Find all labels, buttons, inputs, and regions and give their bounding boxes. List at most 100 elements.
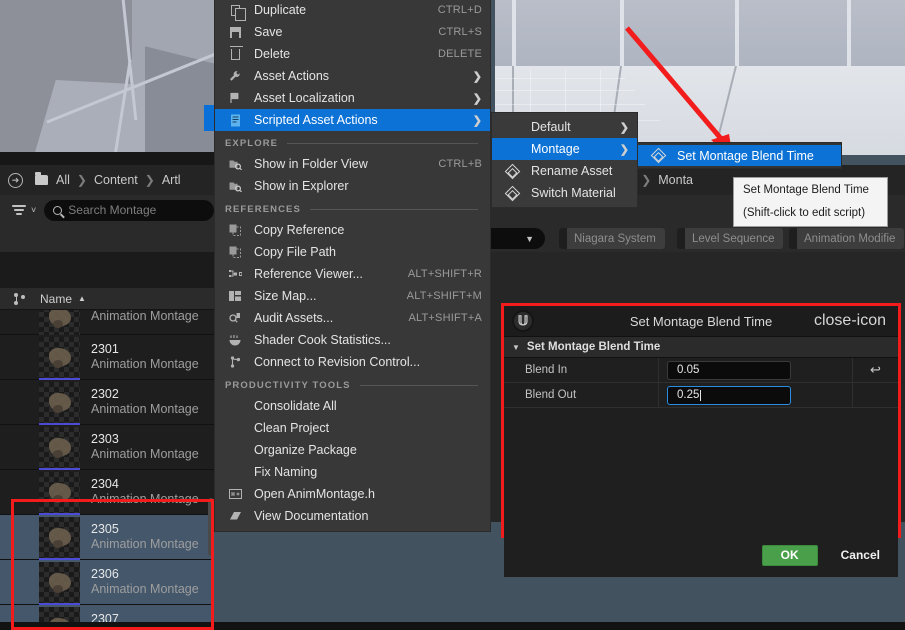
- menu-item-label: Organize Package: [254, 443, 357, 457]
- asset-type: Animation Montage: [91, 402, 199, 416]
- section-rule: [287, 143, 478, 144]
- chevron-down-icon[interactable]: ˅: [31, 205, 36, 215]
- list-item[interactable]: 2303 Animation Montage: [0, 425, 214, 471]
- sort-ascending-icon[interactable]: ▲: [78, 294, 86, 303]
- asset-thumbnail: [39, 336, 80, 381]
- menu-item-shortcut: CTRL+S: [438, 26, 482, 38]
- scripted-asset-actions-submenu[interactable]: Default ❯ Montage ❯ Rename Asset Switch …: [491, 112, 638, 208]
- menu-item-fix-naming[interactable]: Fix Naming: [215, 461, 490, 483]
- submenu-item-rename-asset[interactable]: Rename Asset: [492, 160, 637, 182]
- property-field[interactable]: 0.25: [659, 383, 853, 407]
- menu-item-copy-file-path[interactable]: Copy File Path: [215, 241, 490, 263]
- filter-icon[interactable]: [12, 205, 26, 215]
- blend-in-input[interactable]: 0.05: [667, 360, 791, 380]
- menu-item-reference-viewer[interactable]: Reference Viewer... ALT+SHIFT+R: [215, 263, 490, 285]
- menu-item-organize-package[interactable]: Organize Package: [215, 439, 490, 461]
- shader-cook-icon: [225, 334, 245, 346]
- chevron-right-icon: ❯: [619, 143, 629, 156]
- menu-item-label: Consolidate All: [254, 399, 337, 413]
- list-item[interactable]: 2301 Animation Montage: [0, 335, 214, 381]
- list-item[interactable]: 2307 Animation Montage: [0, 605, 214, 622]
- asset-type: Animation Montage: [91, 492, 199, 506]
- submenu-item-default[interactable]: Default ❯: [492, 116, 637, 138]
- set-montage-blend-time-dialog[interactable]: 𝕌 Set Montage Blend Time close-icon ▼ Se…: [501, 303, 901, 577]
- column-header-name[interactable]: Name: [40, 292, 72, 306]
- list-item[interactable]: 2306 Animation Montage: [0, 560, 214, 606]
- menu-item-consolidate-all[interactable]: Consolidate All: [215, 395, 490, 417]
- chip-swatch: [559, 228, 567, 249]
- breadcrumb-label: Artl: [161, 173, 181, 187]
- toolbar-chip-animation-modifier[interactable]: Animation Modifie: [789, 228, 905, 249]
- level-viewport-left[interactable]: [0, 0, 214, 152]
- menu-item-shortcut: ALT+SHIFT+R: [407, 268, 482, 280]
- menu-item-copy-reference[interactable]: Copy Reference: [215, 219, 490, 241]
- list-item[interactable]: Animation Montage: [0, 310, 214, 341]
- cancel-button[interactable]: Cancel: [841, 548, 880, 562]
- menu-item-show-in-explorer[interactable]: Show in Explorer: [215, 175, 490, 197]
- chevron-right-icon: ❯: [472, 92, 482, 105]
- menu-item-label: Connect to Revision Control...: [254, 355, 421, 369]
- dialog-title-bar[interactable]: 𝕌 Set Montage Blend Time close-icon: [504, 306, 898, 336]
- reset-to-default-icon[interactable]: ↩: [853, 362, 898, 378]
- flag-icon: [225, 92, 245, 104]
- breadcrumb-separator: ❯: [144, 173, 155, 187]
- menu-item-view-documentation[interactable]: View Documentation: [215, 505, 490, 527]
- menu-item-clean-project[interactable]: Clean Project: [215, 417, 490, 439]
- blend-out-value: 0.25: [677, 389, 700, 401]
- property-row-blend-in: Blend In 0.05 ↩: [504, 358, 898, 383]
- menu-item-shortcut: CTRL+B: [438, 158, 482, 170]
- menu-item-asset-actions[interactable]: Asset Actions ❯: [215, 65, 490, 87]
- menu-item-shortcut: ALT+SHIFT+M: [406, 290, 482, 302]
- asset-thumbnail: [39, 561, 80, 606]
- menu-item-show-in-folder-view[interactable]: Show in Folder View CTRL+B: [215, 153, 490, 175]
- breadcrumb-label: Monta: [658, 173, 693, 187]
- asset-type: Animation Montage: [91, 310, 199, 324]
- section-title: Set Montage Blend Time: [526, 341, 661, 353]
- menu-item-shader-cook-statistics[interactable]: Shader Cook Statistics...: [215, 329, 490, 351]
- breadcrumb-item-montage[interactable]: Monta: [658, 173, 693, 187]
- asset-type: Animation Montage: [91, 357, 199, 371]
- section-label: REFERENCES: [225, 204, 301, 215]
- montage-submenu[interactable]: Set Montage Blend Time: [637, 142, 842, 169]
- menu-item-size-map[interactable]: Size Map... ALT+SHIFT+M: [215, 285, 490, 307]
- breadcrumb-item-content[interactable]: Content: [94, 173, 138, 187]
- menu-item-save[interactable]: Save CTRL+S: [215, 21, 490, 43]
- menu-item-audit-assets[interactable]: Audit Assets... ALT+SHIFT+A: [215, 307, 490, 329]
- asset-thumbnail: [39, 426, 80, 471]
- ok-button[interactable]: OK: [761, 544, 818, 566]
- blend-out-input[interactable]: 0.25: [667, 385, 791, 405]
- breadcrumb-separator: ❯: [641, 173, 652, 187]
- asset-context-menu[interactable]: Duplicate CTRL+D Save CTRL+S Delete DELE…: [214, 0, 491, 532]
- submenu-item-montage[interactable]: Montage ❯: [492, 138, 637, 160]
- list-item[interactable]: 2302 Animation Montage: [0, 380, 214, 426]
- menu-item-delete[interactable]: Delete DELETE: [215, 43, 490, 65]
- list-item[interactable]: 2305 Animation Montage: [0, 515, 214, 561]
- toolbar-chip-niagara-system[interactable]: Niagara System: [559, 228, 665, 249]
- property-row-blend-out: Blend Out 0.25: [504, 383, 898, 408]
- menu-item-connect-to-revision-control[interactable]: Connect to Revision Control...: [215, 351, 490, 373]
- close-icon[interactable]: close-icon: [814, 313, 886, 329]
- asset-list[interactable]: Animation Montage 2301 Animation Montage…: [0, 310, 214, 622]
- back-arrow-icon[interactable]: ➜: [8, 172, 23, 188]
- breadcrumb-item-art[interactable]: Artl: [162, 173, 181, 187]
- folder-search-icon: [225, 159, 245, 170]
- reference-viewer-icon: [225, 269, 245, 279]
- chevron-down-icon[interactable]: ▼: [512, 343, 520, 352]
- menu-item-open-animmontage-h[interactable]: Open AnimMontage.h: [215, 483, 490, 505]
- property-field[interactable]: 0.05: [659, 358, 853, 382]
- dialog-section-header[interactable]: ▼ Set Montage Blend Time: [504, 336, 898, 358]
- search-input[interactable]: Search Montage: [44, 199, 214, 221]
- toolbar-chip-level-sequence[interactable]: Level Sequence: [677, 228, 784, 249]
- dialog-footer: OK Cancel: [504, 533, 898, 577]
- submenu-item-switch-material[interactable]: Switch Material: [492, 182, 637, 204]
- menu-item-asset-localization[interactable]: Asset Localization ❯: [215, 87, 490, 109]
- delete-icon: [225, 45, 245, 60]
- breadcrumb-item-all[interactable]: All: [56, 173, 70, 187]
- submenu-item-set-montage-blend-time[interactable]: Set Montage Blend Time: [638, 145, 841, 166]
- menu-item-scripted-asset-actions[interactable]: Scripted Asset Actions ❯: [215, 109, 490, 131]
- menu-item-duplicate[interactable]: Duplicate CTRL+D: [215, 0, 490, 21]
- asset-list-header: Name ▲: [0, 288, 214, 310]
- menu-item-label: Copy Reference: [254, 223, 345, 237]
- diamond-icon: [648, 147, 668, 164]
- list-item[interactable]: 2304 Animation Montage: [0, 470, 214, 516]
